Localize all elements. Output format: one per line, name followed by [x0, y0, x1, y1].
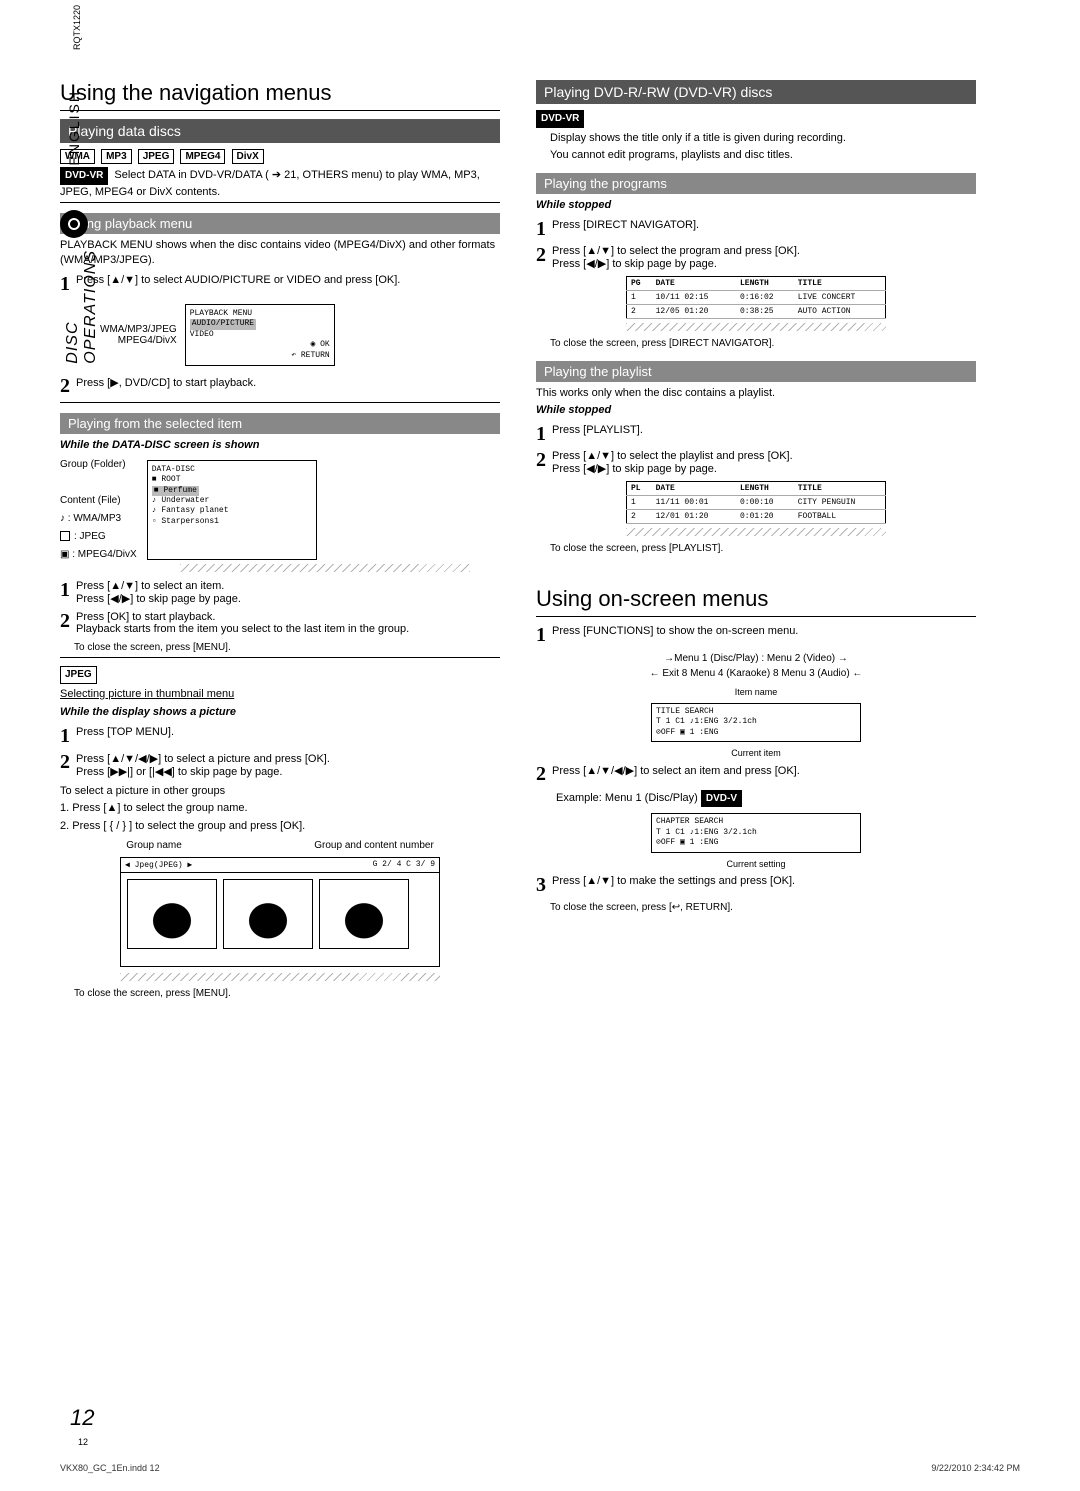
page-number-small: 12: [78, 1437, 88, 1447]
step-1: 1 Press [▲/▼] to select AUDIO/PICTURE or…: [60, 274, 500, 294]
subsection-playlist: Playing the playlist: [536, 361, 976, 382]
table-row: 212/01 01:200:01:20FOOTBALL: [627, 510, 886, 524]
tag-mp3: MP3: [101, 149, 132, 164]
tag-jpeg2: JPEG: [60, 666, 97, 684]
table-row: 110/11 02:150:16:02LIVE CONCERT: [627, 291, 886, 305]
tag-jpeg: JPEG: [138, 149, 175, 164]
r3-step1: 1 Press [PLAYLIST].: [536, 424, 976, 444]
s3-close: To close the screen, press [MENU].: [74, 641, 500, 655]
osd-playback-menu: PLAYBACK MENU AUDIO/PICTURE VIDEO ◉ OK↶ …: [185, 304, 335, 366]
r2-step2: 2 Press [▲/▼] to select the program and …: [536, 245, 976, 270]
right-column: Playing DVD-R/-RW (DVD-VR) discs DVD-VR …: [536, 80, 976, 1004]
playback-left-labels: WMA/MP3/JPEG MPEG4/DivX: [100, 324, 177, 346]
heading-nav-menus: Using the navigation menus: [60, 80, 500, 106]
thumb-2: [223, 879, 313, 949]
s4-step2: 2 Press [▲/▼/◀/▶] to select a picture an…: [60, 752, 500, 778]
menu-flow: →Menu 1 (Disc/Play) : Menu 2 (Video) → ←…: [536, 651, 976, 681]
heading-onscreen-menus: Using on-screen menus: [536, 586, 976, 612]
r2-close: To close the screen, press [DIRECT NAVIG…: [550, 337, 976, 351]
tag-divx: DivX: [232, 149, 264, 164]
table-row: 212/05 01:200:38:25AUTO ACTION: [627, 305, 886, 319]
tag-mpeg4: MPEG4: [180, 149, 225, 164]
r1-note2: You cannot edit programs, playlists and …: [550, 148, 976, 163]
section-dvdvr-discs: Playing DVD-R/-RW (DVD-VR) discs: [536, 80, 976, 104]
subsection-selected-item: Playing from the selected item: [60, 413, 500, 434]
step2-text: Press [▶, DVD/CD] to start playback.: [76, 376, 500, 396]
page-number: 12: [70, 1405, 94, 1431]
lbl-current-item: Current item: [536, 748, 976, 758]
r3-intro: This works only when the disc contains a…: [536, 386, 976, 401]
s4-other1: 1. Press [▲] to select the group name.: [60, 801, 500, 816]
r4-step3: 3 Press [▲/▼] to make the settings and p…: [536, 875, 976, 895]
step1-text: Press [▲/▼] to select AUDIO/PICTURE or V…: [76, 274, 500, 294]
r3-step2: 2 Press [▲/▼] to select the playlist and…: [536, 450, 976, 475]
s4-other-title: To select a picture in other groups: [60, 784, 500, 799]
s3-step1: 1 Press [▲/▼] to select an item. Press […: [60, 580, 500, 605]
r4-close: To close the screen, press [↩, RETURN].: [550, 901, 976, 915]
table-row: 111/11 00:010:00:10CITY PENGUIN: [627, 496, 886, 510]
s4-cond: While the display shows a picture: [60, 705, 500, 720]
s4-step1: 1 Press [TOP MENU].: [60, 726, 500, 746]
footer-timestamp: 9/22/2010 2:34:42 PM: [931, 1463, 1020, 1473]
r4-step1: 1 Press [FUNCTIONS] to show the on-scree…: [536, 625, 976, 645]
lbl-current-setting: Current setting: [536, 859, 976, 869]
programs-table: PGDATELENGTHTITLE 110/11 02:150:16:02LIV…: [626, 276, 886, 319]
lbl-item-name: Item name: [536, 687, 976, 697]
dvdvr-note: DVD-VR Select DATA in DVD-VR/DATA ( ➔ 21…: [60, 167, 500, 199]
thumbnail-figure: ◀ Jpeg(JPEG) ▶ G 2/ 4 C 3/ 9: [120, 857, 440, 967]
r1-note1: Display shows the title only if a title …: [550, 131, 976, 146]
r4-step2: 2 Press [▲/▼/◀/▶] to select an item and …: [536, 764, 976, 784]
thumb-1: [127, 879, 217, 949]
fig-labels: Group name Group and content number: [60, 840, 500, 851]
cond-datadisc: While the DATA-DISC screen is shown: [60, 438, 500, 453]
osd-chapter-search: CHAPTER SEARCH T 1 C1 ♪1:ENG 3/2.1ch ⊘OF…: [651, 813, 861, 852]
section-playing-data-discs: Playing data discs: [60, 119, 500, 143]
subsection-programs: Playing the programs: [536, 173, 976, 194]
s4-close: To close the screen, press [MENU].: [74, 987, 500, 1001]
osd-data-disc: DATA-DISC ■ ROOT ■ Perfume ♪ Underwater …: [147, 460, 317, 560]
r3-cond: While stopped: [536, 403, 976, 418]
s3-step2: 2 Press [OK] to start playback. Playback…: [60, 611, 500, 635]
dvdvr-text: Select DATA in DVD-VR/DATA ( ➔ 21, OTHER…: [60, 169, 480, 198]
tag-dvdvr2: DVD-VR: [536, 110, 584, 128]
legend: Group (Folder) Content (File) ♪ : WMA/MP…: [60, 456, 137, 564]
footer-file: VKX80_GC_1En.indd 12: [60, 1463, 160, 1473]
r2-cond: While stopped: [536, 198, 976, 213]
playback-intro: PLAYBACK MENU shows when the disc contai…: [60, 238, 500, 268]
subsection-playback-menu: Using playback menu: [60, 213, 500, 234]
r4-example: Example: Menu 1 (Disc/Play) DVD-V: [556, 790, 976, 808]
osd-title-search: TITLE SEARCH T 1 C1 ♪1:ENG 3/2.1ch ⊘OFF …: [651, 703, 861, 742]
disc-icon: [60, 210, 88, 238]
s4-other2: 2. Press [ { / } ] to select the group a…: [60, 819, 500, 834]
thumb-3: [319, 879, 409, 949]
tag-dvdvr: DVD-VR: [60, 167, 108, 185]
r2-step1: 1 Press [DIRECT NAVIGATOR].: [536, 219, 976, 239]
step-2: 2 Press [▶, DVD/CD] to start playback.: [60, 376, 500, 396]
format-tags: WMA MP3 JPEG MPEG4 DivX: [60, 149, 500, 164]
footer: VKX80_GC_1En.indd 12 9/22/2010 2:34:42 P…: [60, 1463, 1020, 1473]
playlist-table: PLDATELENGTHTITLE 111/11 00:010:00:10CIT…: [626, 481, 886, 524]
sidebar-language: ENGLISH: [66, 90, 82, 165]
doc-code: RQTX1220: [72, 5, 82, 50]
sidebar-section: DISC OPERATIONS: [64, 250, 100, 364]
tag-dvdv: DVD-V: [701, 790, 742, 808]
r3-close: To close the screen, press [PLAYLIST].: [550, 542, 976, 556]
s4-subtitle: Selecting picture in thumbnail menu: [60, 687, 500, 702]
left-column: Using the navigation menus Playing data …: [60, 80, 500, 1004]
